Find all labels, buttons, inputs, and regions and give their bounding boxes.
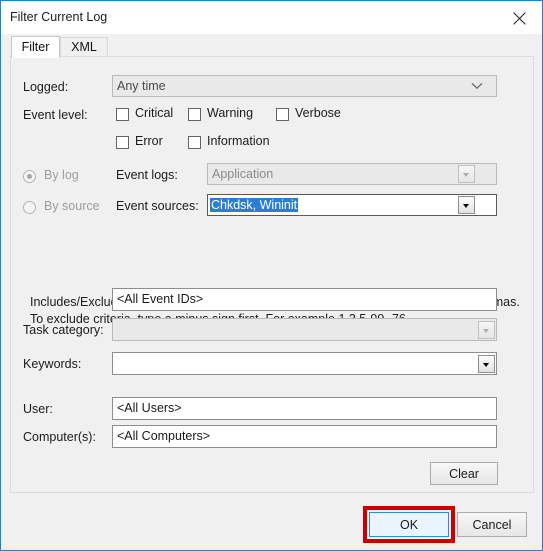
keywords-dropdown-button[interactable] xyxy=(478,355,495,373)
radio-by-log-label: By log xyxy=(44,168,79,182)
checkbox-label: Verbose xyxy=(295,106,341,120)
checkbox-box xyxy=(116,136,129,149)
window-title: Filter Current Log xyxy=(10,10,108,24)
filter-current-log-dialog: Filter Current Log Filter XML Logged: An… xyxy=(0,0,543,551)
checkbox-box xyxy=(188,108,201,121)
user-label: User: xyxy=(23,402,53,416)
radio-by-source[interactable] xyxy=(23,201,36,214)
ok-button[interactable]: OK xyxy=(369,512,449,537)
filter-tab-panel: Logged: Any time Event level: Critical W… xyxy=(10,56,534,493)
event-sources-value: Chkdsk, Wininit xyxy=(210,198,299,212)
event-sources-combo[interactable]: Chkdsk, Wininit xyxy=(207,194,497,216)
close-button[interactable] xyxy=(497,1,542,33)
event-ids-input[interactable]: <All Event IDs> xyxy=(112,288,497,311)
radio-by-log[interactable] xyxy=(23,170,36,183)
event-logs-combo[interactable]: Application xyxy=(207,163,497,185)
user-input[interactable]: <All Users> xyxy=(112,397,497,420)
triangle-down-icon xyxy=(483,363,489,367)
radio-dot xyxy=(27,174,32,179)
triangle-down-icon xyxy=(463,204,469,208)
cancel-button[interactable]: Cancel xyxy=(457,512,527,537)
clear-button[interactable]: Clear xyxy=(430,462,498,485)
logged-label: Logged: xyxy=(23,80,69,94)
event-level-label: Event level: xyxy=(23,108,88,122)
checkbox-box xyxy=(276,108,289,121)
checkbox-label: Error xyxy=(135,134,163,148)
task-category-combo[interactable] xyxy=(112,318,497,341)
event-sources-label: Event sources: xyxy=(116,199,199,213)
checkbox-label: Critical xyxy=(135,106,174,120)
task-category-dropdown-button[interactable] xyxy=(478,321,495,339)
tab-strip: Filter XML xyxy=(2,34,542,58)
checkbox-label: Warning xyxy=(207,106,254,120)
keywords-combo[interactable] xyxy=(112,352,497,375)
triangle-down-icon xyxy=(483,329,489,333)
logged-combo[interactable]: Any time xyxy=(112,75,497,97)
title-bar: Filter Current Log xyxy=(1,1,542,34)
computers-input[interactable]: <All Computers> xyxy=(112,425,497,448)
keywords-label: Keywords: xyxy=(23,357,82,371)
close-icon xyxy=(513,12,526,25)
tab-filter[interactable]: Filter xyxy=(11,36,60,58)
triangle-down-icon xyxy=(463,173,469,177)
tab-xml[interactable]: XML xyxy=(60,37,108,57)
checkbox-label: Information xyxy=(207,134,270,148)
radio-by-source-label: By source xyxy=(44,199,100,213)
checkbox-box xyxy=(188,136,201,149)
checkbox-box xyxy=(116,108,129,121)
computers-label: Computer(s): xyxy=(23,430,96,444)
event-sources-dropdown-button[interactable] xyxy=(458,196,475,214)
event-logs-label: Event logs: xyxy=(116,168,178,182)
event-logs-dropdown-button[interactable] xyxy=(458,165,475,183)
task-category-label: Task category: xyxy=(23,323,104,337)
